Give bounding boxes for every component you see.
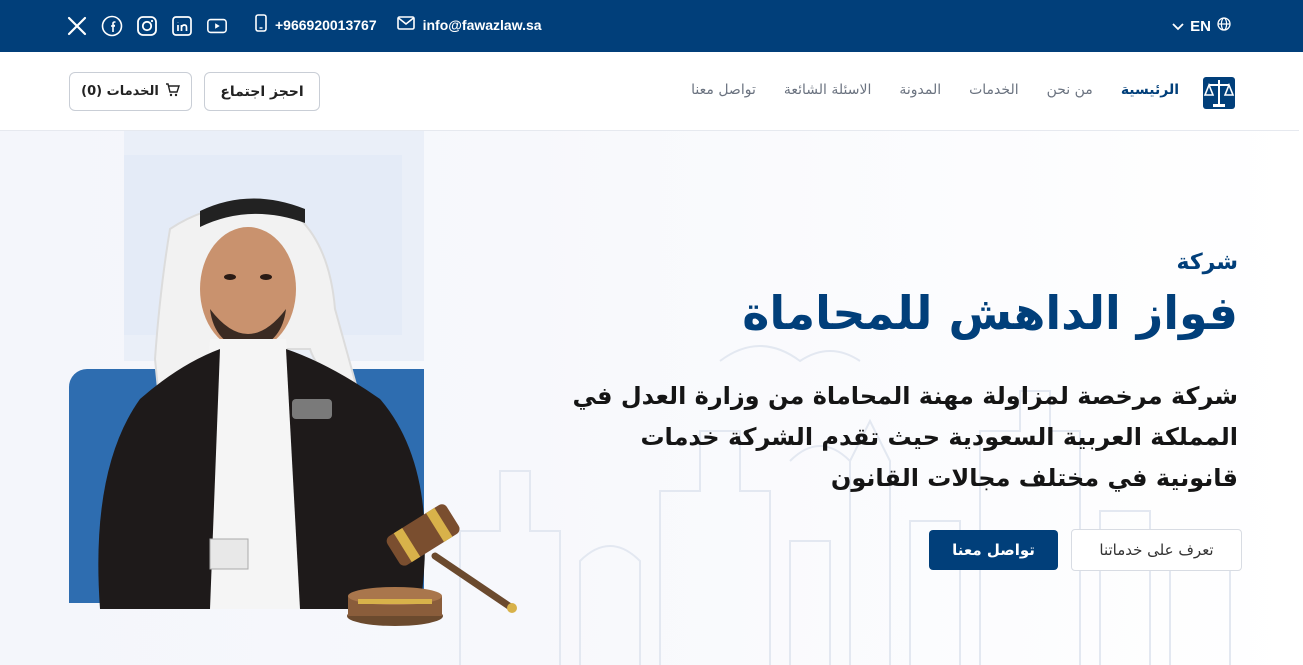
linkedin-icon[interactable]: [171, 15, 193, 37]
cart-icon: [165, 82, 180, 101]
main-navigation: الرئيسية من نحن الخدمات المدونة الاسئلة …: [0, 52, 1299, 131]
top-bar: +966920013767 info@fawazlaw.sa EN: [0, 0, 1303, 52]
instagram-icon[interactable]: [136, 15, 158, 37]
nav-item-faq[interactable]: الاسئلة الشائعة: [784, 82, 872, 98]
nav-item-services[interactable]: الخدمات: [969, 82, 1019, 98]
hero-section: شركة فواز الداهش للمحاماة شركة مرخصة لمز…: [0, 131, 1299, 665]
phone-number: +966920013767: [275, 16, 377, 33]
brand-logo[interactable]: [1197, 71, 1241, 113]
discover-services-button[interactable]: تعرف على خدماتنا: [1071, 529, 1242, 571]
chevron-down-icon: [1172, 18, 1184, 35]
hero-kicker: شركة: [1176, 250, 1238, 275]
social-links: [66, 15, 228, 37]
language-switcher[interactable]: EN: [1172, 17, 1231, 35]
nav-item-contact[interactable]: تواصل معنا: [691, 82, 756, 98]
email-link[interactable]: info@fawazlaw.sa: [396, 16, 542, 33]
language-label: EN: [1190, 17, 1211, 35]
mail-icon: [396, 16, 415, 33]
hero-description: شركة مرخصة لمزاولة مهنة المحاماة من وزار…: [572, 382, 1238, 492]
phone-icon: [255, 14, 267, 35]
x-icon[interactable]: [66, 15, 88, 37]
hero-title: فواز الداهش للمحاماة: [742, 286, 1238, 340]
nav-item-about[interactable]: من نحن: [1047, 82, 1093, 98]
facebook-icon[interactable]: [101, 15, 123, 37]
nav-item-home[interactable]: الرئيسية: [1121, 82, 1179, 98]
email-address: info@fawazlaw.sa: [422, 16, 542, 33]
phone-link[interactable]: +966920013767: [255, 14, 377, 35]
youtube-icon[interactable]: [206, 15, 228, 37]
gavel-illustration: [347, 504, 517, 626]
contact-us-button[interactable]: تواصل معنا: [929, 530, 1058, 570]
book-meeting-button[interactable]: احجز اجتماع: [204, 72, 320, 111]
services-cart-button[interactable]: (0) الخدمات: [69, 72, 192, 111]
globe-icon: [1217, 17, 1231, 35]
nav-menu: الرئيسية من نحن الخدمات المدونة الاسئلة …: [691, 82, 1179, 98]
nav-item-blog[interactable]: المدونة: [899, 82, 941, 98]
contact-info: +966920013767 info@fawazlaw.sa: [255, 14, 542, 35]
cart-button-label: (0) الخدمات: [81, 84, 159, 99]
